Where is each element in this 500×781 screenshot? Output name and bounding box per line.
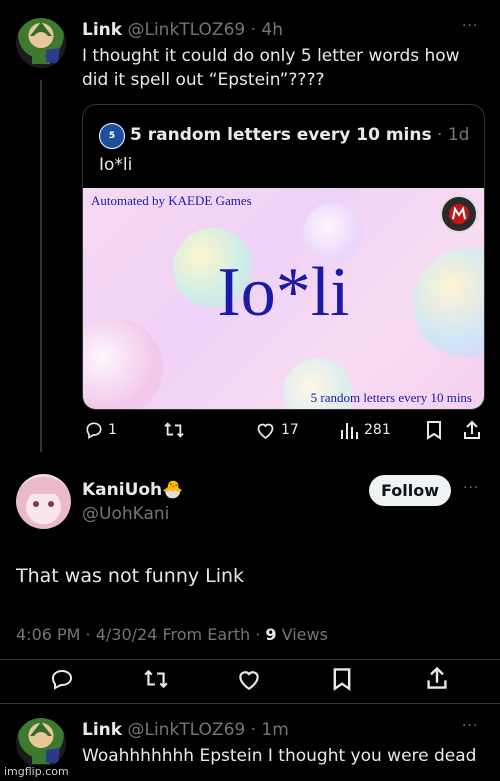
heart-icon (239, 671, 259, 691)
tweet2-author-name[interactable]: KaniUoh (82, 480, 162, 500)
views-count: 281 (364, 422, 391, 438)
quote-text: Io*li (99, 155, 133, 175)
tweet3-more-icon[interactable]: ··· (462, 718, 478, 734)
bookmark-icon (427, 421, 441, 440)
reply-icon (84, 420, 104, 440)
tweet2-views-number: 9 (265, 625, 277, 644)
tweet3-time[interactable]: · 1m (251, 720, 289, 740)
avatar-link[interactable] (16, 18, 66, 68)
quote-media-image[interactable]: Automated by KAEDE Games Io*li 5 random … (83, 188, 484, 409)
like-button[interactable]: 17 (255, 420, 299, 440)
tweet3-author-name[interactable]: Link (82, 720, 122, 740)
retweet-button[interactable] (163, 420, 185, 440)
like-count: 17 (281, 422, 299, 438)
divider (0, 703, 500, 704)
divider (0, 659, 500, 660)
views-button[interactable]: 281 (340, 420, 391, 440)
share-button-2[interactable] (426, 666, 448, 690)
like-button-2[interactable] (236, 667, 262, 691)
thread-connector-line (40, 80, 42, 452)
bookmark-button-2[interactable] (332, 667, 352, 691)
bookmark-button[interactable] (426, 420, 442, 440)
imgflip-watermark: imgflip.com (2, 765, 71, 778)
media-logo-icon (440, 195, 478, 233)
tweet2-timestamp[interactable]: 4:06 PM · 4/30/24 From Earth · (16, 625, 265, 644)
retweet-icon (144, 669, 168, 689)
media-top-label: Automated by KAEDE Games (91, 193, 252, 208)
tweet1-more-icon[interactable]: ··· (462, 18, 478, 34)
tweet1-handle[interactable]: @LinkTLOZ69 (127, 20, 245, 40)
media-big-text: Io*li (217, 254, 350, 331)
share-button[interactable] (463, 420, 481, 440)
quote-time: · 1d (437, 125, 470, 145)
share-icon (427, 666, 447, 689)
kaniuoh-avatar-art (24, 484, 63, 507)
link-avatar-art (30, 22, 60, 64)
heart-icon (255, 420, 276, 440)
tweet3-handle[interactable]: @LinkTLOZ69 (127, 720, 245, 740)
hatching-chick-emoji: 🐣 (162, 480, 184, 500)
avatar-link-2[interactable] (16, 718, 66, 768)
quoted-tweet[interactable]: 5 5 random letters every 10 mins · 1d Io… (82, 104, 485, 410)
bookmark-icon (333, 668, 351, 691)
tweet2-more-icon[interactable]: ··· (463, 480, 479, 496)
follow-button[interactable]: Follow (369, 475, 451, 506)
share-icon (464, 420, 480, 439)
reply-count: 1 (108, 422, 117, 438)
retweet-icon (164, 422, 184, 438)
quote-avatar: 5 (99, 123, 125, 149)
reply-button[interactable]: 1 (84, 420, 117, 440)
retweet-button-2[interactable] (143, 667, 169, 691)
media-bottom-label: 5 random letters every 10 mins (310, 390, 472, 405)
reply-icon (51, 669, 73, 690)
reply-button-2[interactable] (50, 667, 74, 691)
tweet1-author-name[interactable]: Link (82, 20, 122, 40)
avatar-kaniuoh[interactable] (16, 474, 71, 529)
tweet1-text: I thought it could do only 5 letter word… (82, 46, 460, 90)
tweet1-time[interactable]: · 4h (251, 20, 283, 40)
views-chart-icon (340, 420, 358, 440)
link-avatar-art (30, 722, 60, 764)
tweet3-text: Woahhhhhhh Epstein I thought you were de… (82, 746, 477, 766)
quote-author-name[interactable]: 5 random letters every 10 mins (130, 125, 432, 145)
tweet2-handle[interactable]: @UohKani (82, 503, 169, 525)
tweet2-text: That was not funny Link (16, 565, 245, 587)
tweet2-views-label: Views (276, 625, 328, 644)
